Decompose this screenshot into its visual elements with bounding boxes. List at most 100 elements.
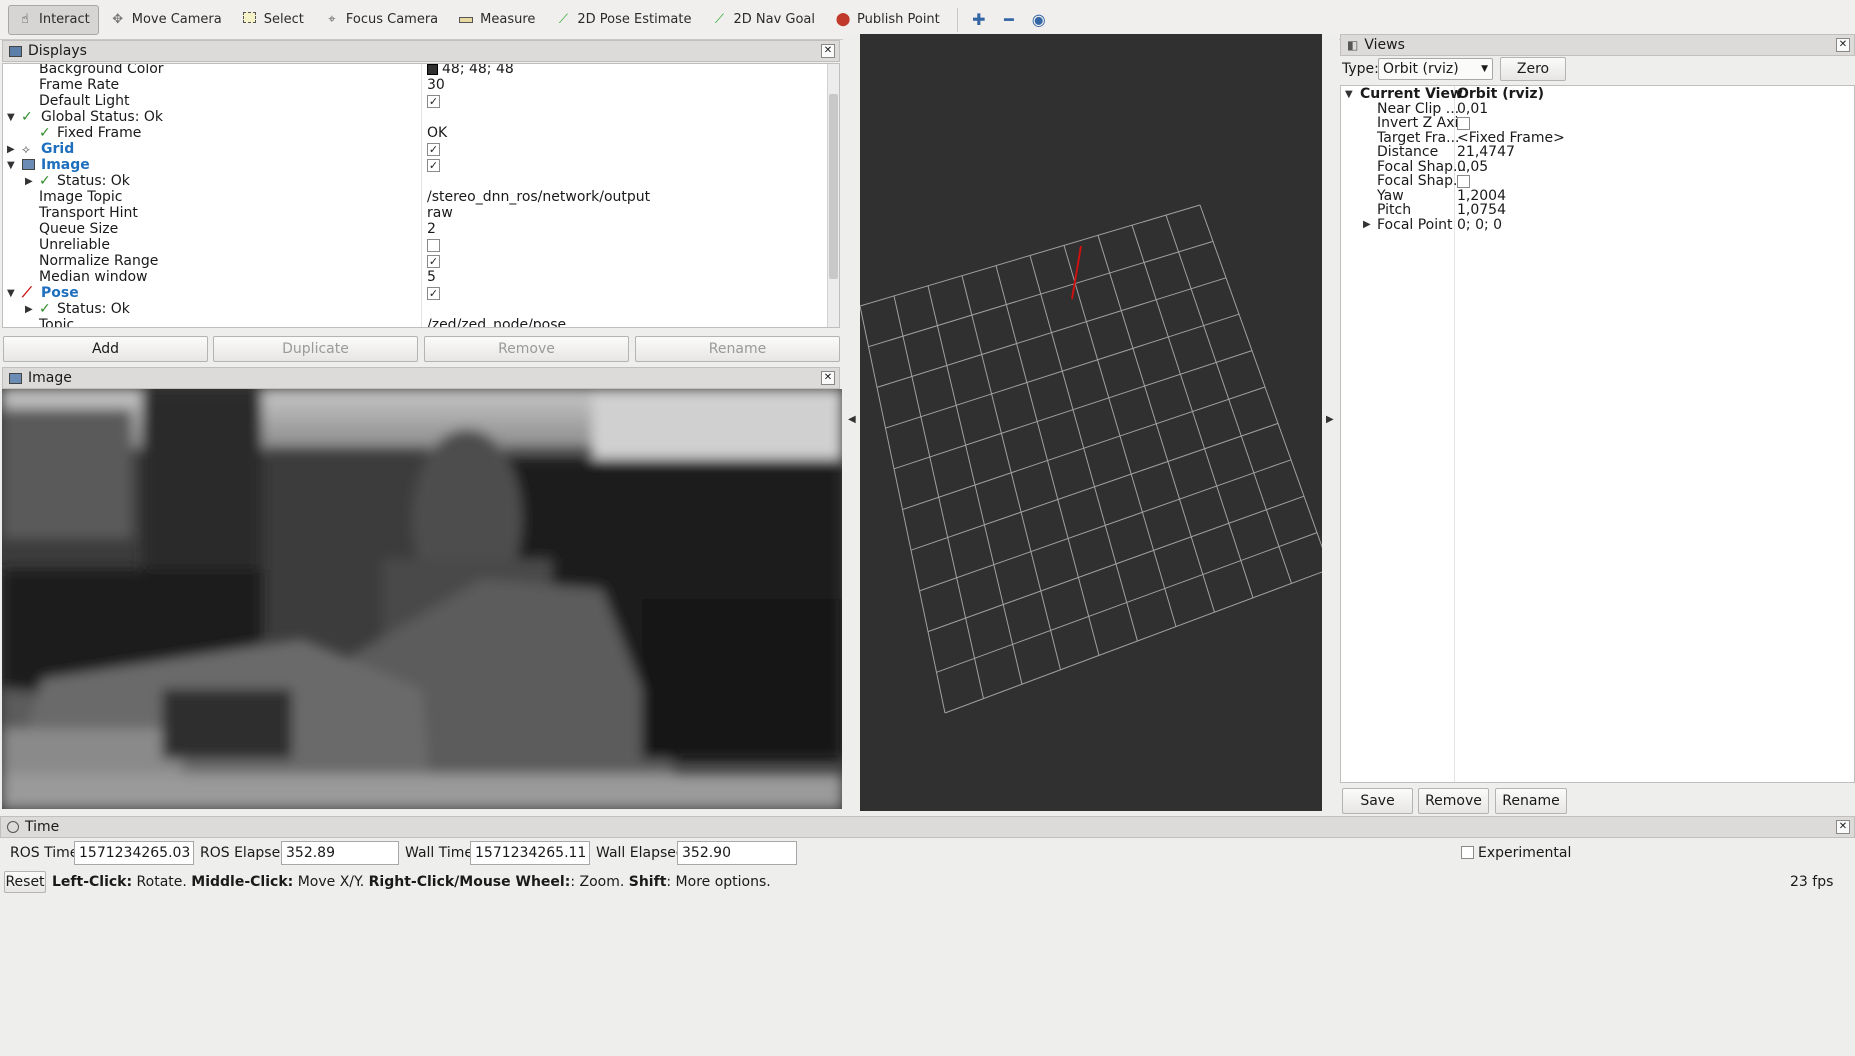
scrollbar-thumb[interactable] bbox=[829, 94, 838, 279]
image-icon bbox=[9, 372, 22, 384]
grid-checkbox[interactable]: ✓ bbox=[427, 142, 440, 156]
time-panel-header: Time ✕ bbox=[0, 816, 1855, 838]
select-tool-button[interactable]: Select bbox=[233, 5, 313, 35]
right-click-key: Right-Click/Mouse Wheel: bbox=[368, 874, 571, 890]
add-tool-icon[interactable]: ✚ bbox=[964, 5, 994, 35]
grid-line bbox=[910, 422, 1279, 551]
views-type-row: Type: Orbit (rviz) ▼ Zero bbox=[1340, 57, 1855, 85]
views-title: Views bbox=[1364, 37, 1405, 53]
collapse-left-icon[interactable]: ◀ bbox=[848, 414, 856, 425]
ros-time-label: ROS Time: bbox=[10, 845, 84, 861]
experimental-label: Experimental bbox=[1478, 845, 1572, 861]
wall-elapsed-field[interactable]: 352.90 bbox=[677, 841, 797, 865]
eye-icon[interactable]: ◉ bbox=[1024, 5, 1054, 35]
clock-icon bbox=[7, 821, 19, 833]
shift-key: Shift bbox=[628, 874, 667, 890]
type-label: Type: bbox=[1342, 61, 1379, 77]
add-display-button[interactable]: Add bbox=[3, 336, 208, 362]
normalize-range-checkbox[interactable]: ✓ bbox=[427, 254, 440, 268]
wall-time-field[interactable]: 1571234265.11 bbox=[470, 841, 590, 865]
pose-checkbox[interactable]: ✓ bbox=[427, 286, 440, 300]
default-light-checkbox[interactable]: ✓ bbox=[427, 94, 440, 108]
toolbar-separator bbox=[956, 7, 958, 32]
tool-label: 2D Nav Goal bbox=[733, 12, 816, 27]
displays-scrollbar[interactable] bbox=[827, 64, 839, 327]
close-icon[interactable]: ✕ bbox=[821, 44, 835, 58]
displays-tree: Background Color 48; 48; 48 Frame Rate 3… bbox=[2, 63, 840, 328]
interact-tool-button[interactable]: ☝ Interact bbox=[8, 4, 99, 35]
time-row: ROS Time: 1571234265.03 ROS Elapsed: 352… bbox=[0, 839, 1855, 867]
focus-camera-tool-button[interactable]: ⌖ Focus Camera bbox=[315, 5, 447, 35]
zero-button[interactable]: Zero bbox=[1500, 57, 1566, 81]
nav-goal-tool-button[interactable]: ⟋ 2D Nav Goal bbox=[702, 5, 824, 35]
3d-viewport[interactable] bbox=[860, 34, 1322, 811]
select-box-icon bbox=[242, 11, 258, 28]
expand-arrow-icon[interactable]: ▶ bbox=[1363, 219, 1371, 230]
fps-readout: 23 fps bbox=[1790, 874, 1834, 890]
ros-time-field[interactable]: 1571234265.03 bbox=[74, 841, 194, 865]
move-camera-tool-button[interactable]: ✥ Move Camera bbox=[101, 5, 231, 35]
close-icon[interactable]: ✕ bbox=[821, 371, 835, 385]
wall-elapsed-label: Wall Elapsed: bbox=[596, 845, 690, 861]
duplicate-display-button[interactable]: Duplicate bbox=[213, 336, 418, 362]
image-panel-header: Image ✕ bbox=[2, 367, 840, 389]
collapse-right-icon[interactable]: ▶ bbox=[1326, 414, 1334, 425]
focus-icon: ⌖ bbox=[328, 11, 336, 27]
tool-label: Measure bbox=[480, 12, 536, 27]
dropdown-value: Orbit (rviz) bbox=[1383, 61, 1459, 77]
unreliable-checkbox[interactable] bbox=[427, 238, 440, 252]
middle-click-desc: Move X/Y. bbox=[293, 874, 369, 890]
grid-line bbox=[1165, 214, 1292, 584]
shift-desc: : More options. bbox=[666, 874, 771, 890]
left-click-key: Left-Click: bbox=[52, 874, 133, 890]
grid-line bbox=[1097, 235, 1215, 613]
tool-label: Publish Point bbox=[857, 12, 940, 27]
ros-elapsed-label: ROS Elapsed: bbox=[200, 845, 294, 861]
tool-label: Move Camera bbox=[131, 12, 222, 27]
status-bar: Reset Left-Click: Rotate. Middle-Click: … bbox=[0, 869, 1855, 895]
grid-render bbox=[860, 204, 1322, 714]
measure-tool-button[interactable]: Measure bbox=[449, 5, 544, 35]
invert-z-checkbox[interactable] bbox=[1457, 116, 1470, 130]
view-prop-value[interactable]: 0; 0; 0 bbox=[1457, 217, 1502, 234]
rename-view-button[interactable]: Rename bbox=[1495, 788, 1567, 814]
save-view-button[interactable]: Save bbox=[1342, 788, 1413, 814]
right-splitter[interactable]: ▶ bbox=[1322, 34, 1339, 810]
status-help-text: Left-Click: Rotate. Middle-Click: Move X… bbox=[52, 874, 771, 890]
pose-arrow bbox=[1071, 245, 1082, 300]
rename-display-button[interactable]: Rename bbox=[635, 336, 840, 362]
remove-view-button[interactable]: Remove bbox=[1418, 788, 1489, 814]
focal-shape-checkbox[interactable] bbox=[1457, 174, 1470, 188]
ruler-icon bbox=[458, 12, 474, 28]
grid-line bbox=[919, 459, 1292, 592]
remove-tool-icon[interactable]: ━ bbox=[994, 5, 1024, 35]
expand-arrow-icon[interactable]: ▼ bbox=[1345, 89, 1353, 100]
camera-icon: ◧ bbox=[1347, 38, 1359, 52]
close-icon[interactable]: ✕ bbox=[1836, 820, 1850, 834]
view-type-dropdown[interactable]: Orbit (rviz) ▼ bbox=[1378, 58, 1493, 80]
display-row-topic[interactable]: Topic /zed/zed_node/pose bbox=[3, 316, 839, 328]
views-panel-header: ◧ Views ✕ bbox=[1340, 34, 1855, 56]
row-value: 48; 48; 48 bbox=[442, 63, 514, 77]
publish-point-tool-button[interactable]: ⬤ Publish Point bbox=[826, 5, 949, 35]
left-splitter[interactable]: ◀ bbox=[843, 34, 860, 810]
close-icon[interactable]: ✕ bbox=[1836, 38, 1850, 52]
tool-label: Interact bbox=[39, 12, 90, 27]
row-value: /zed/zed_node/pose bbox=[427, 317, 567, 328]
ros-elapsed-field[interactable]: 352.89 bbox=[281, 841, 399, 865]
left-click-desc: Rotate. bbox=[132, 874, 192, 890]
pose-estimate-tool-button[interactable]: ⟋ 2D Pose Estimate bbox=[546, 5, 700, 35]
chevron-down-icon: ▼ bbox=[1481, 64, 1488, 74]
hand-icon: ☝ bbox=[21, 11, 29, 27]
green-arrow-icon: ⟋ bbox=[558, 11, 568, 27]
image-icon bbox=[22, 159, 35, 170]
middle-click-key: Middle-Click: bbox=[191, 874, 294, 890]
view-prop-key: Focal Point bbox=[1377, 217, 1453, 233]
depth-image-view bbox=[2, 389, 842, 809]
grid-line bbox=[1199, 204, 1322, 549]
remove-display-button[interactable]: Remove bbox=[424, 336, 629, 362]
experimental-checkbox[interactable] bbox=[1461, 846, 1474, 859]
reset-button[interactable]: Reset bbox=[4, 871, 46, 893]
grid-line bbox=[927, 495, 1305, 633]
image-checkbox[interactable]: ✓ bbox=[427, 158, 440, 172]
